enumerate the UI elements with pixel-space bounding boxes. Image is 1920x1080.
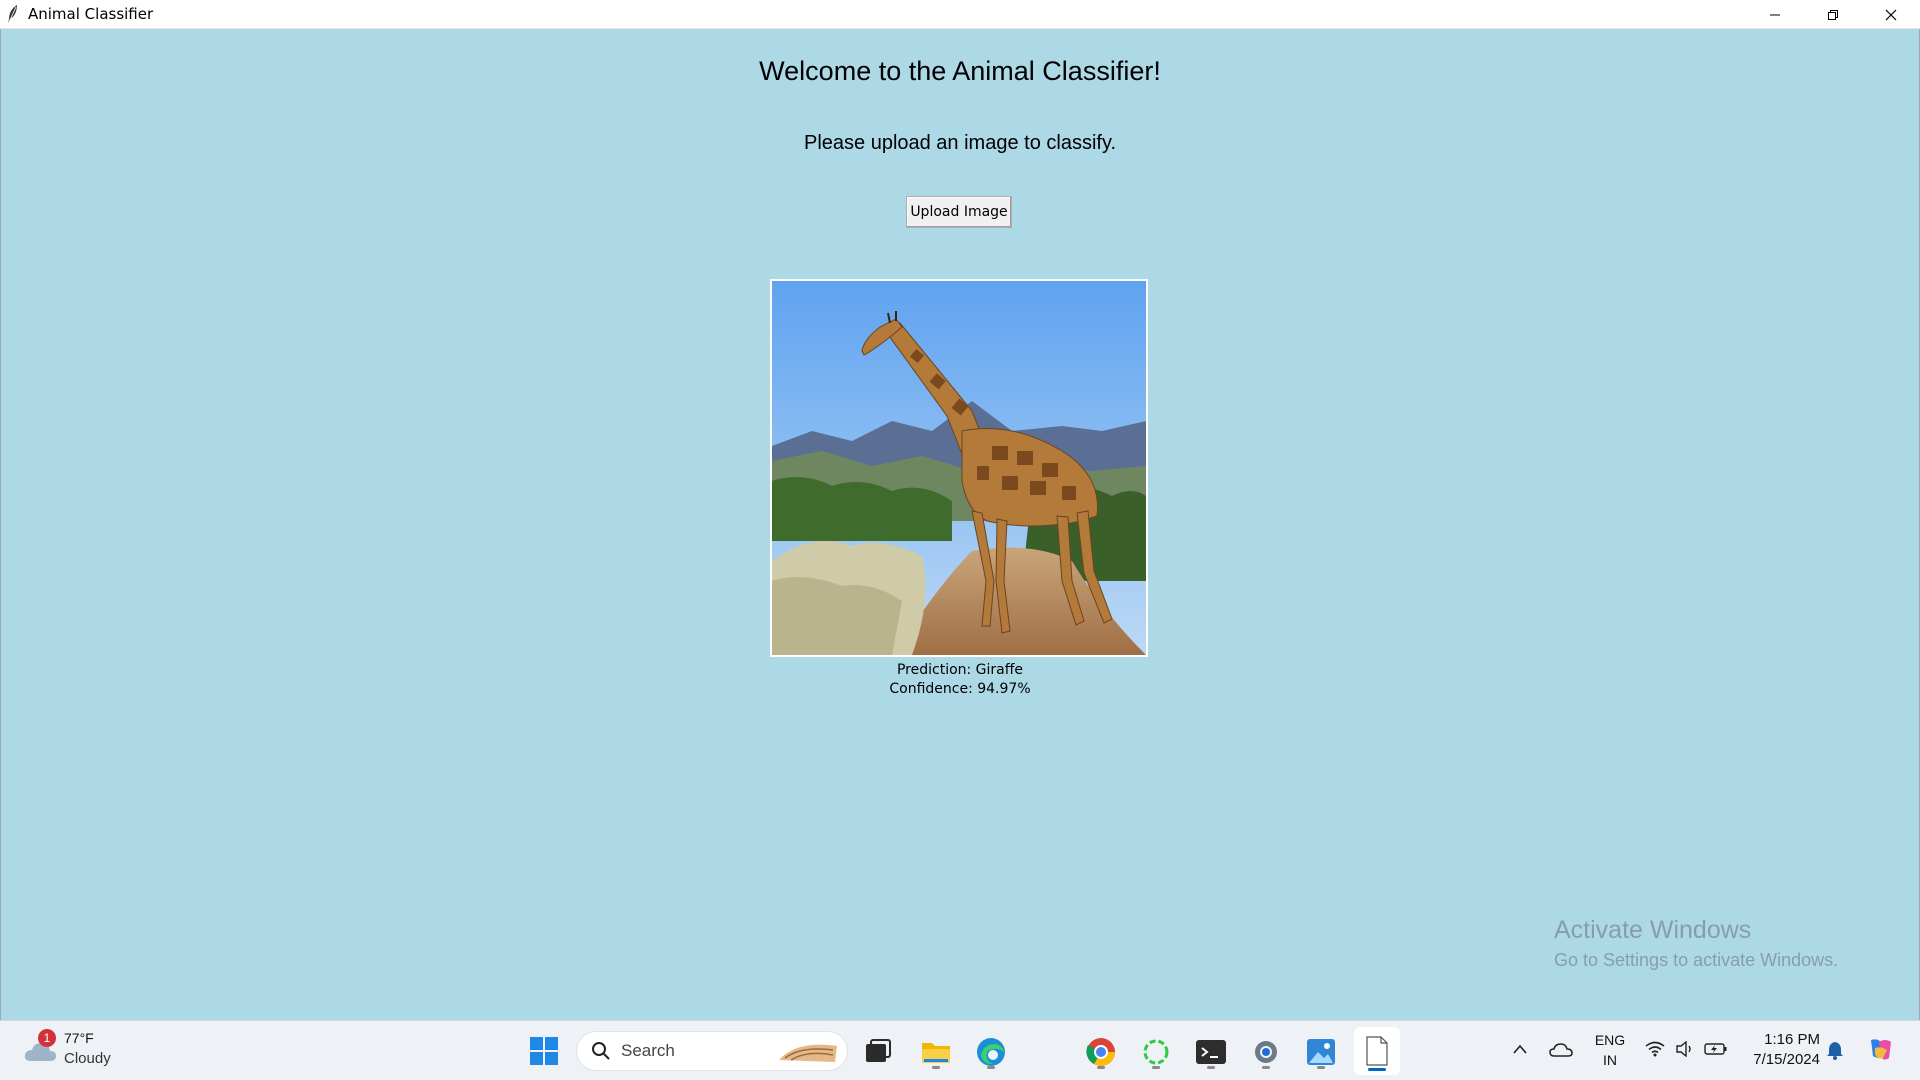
- loading-app-icon: [1143, 1039, 1169, 1065]
- bell-icon: [1827, 1042, 1843, 1060]
- minimize-button[interactable]: [1746, 0, 1804, 29]
- battery-button[interactable]: [1704, 1039, 1728, 1059]
- volume-button[interactable]: [1674, 1039, 1696, 1059]
- chrome-icon: [1086, 1038, 1115, 1066]
- show-hidden-icons-button[interactable]: [1510, 1039, 1530, 1059]
- search-placeholder: Search: [621, 1041, 675, 1060]
- prediction-label: Prediction: Giraffe: [896, 662, 1024, 678]
- weather-temp: 77°F: [64, 1030, 94, 1046]
- file-explorer-icon: [922, 1043, 950, 1063]
- terminal-icon: [1196, 1040, 1226, 1064]
- onedrive-cloud-icon: [1549, 1043, 1573, 1057]
- start-button[interactable]: [524, 1031, 564, 1071]
- feather-icon: [0, 0, 26, 29]
- wifi-icon: [1645, 1041, 1665, 1057]
- clock-time[interactable]: 1:16 PM: [1740, 1031, 1820, 1048]
- upload-instruction: Please upload an image to classify.: [803, 132, 1117, 154]
- clock-date[interactable]: 7/15/2024: [1740, 1051, 1820, 1068]
- notifications-button[interactable]: [1824, 1039, 1846, 1061]
- settings-icon: [1255, 1041, 1277, 1063]
- wifi-button[interactable]: [1644, 1039, 1666, 1059]
- battery-charging-icon: [1704, 1043, 1727, 1055]
- search-icon: [592, 1042, 610, 1060]
- taskbar: 1 77°F Cloudy Search ENG IN 1:16 PM 7/15…: [0, 1020, 1920, 1080]
- task-view-button[interactable]: [858, 1031, 898, 1071]
- restore-icon: [1828, 9, 1838, 20]
- photos-button[interactable]: [1300, 1031, 1342, 1073]
- language-indicator-bottom[interactable]: IN: [1592, 1052, 1628, 1068]
- weather-badge: 1: [38, 1029, 56, 1047]
- title-bar: Animal Classifier: [0, 0, 1920, 29]
- close-button[interactable]: [1862, 0, 1920, 29]
- activate-windows-title: Activate Windows: [1554, 916, 1752, 944]
- confidence-label: Confidence: 94.97%: [889, 681, 1031, 697]
- file-explorer-button[interactable]: [915, 1031, 957, 1073]
- edge-button[interactable]: [970, 1031, 1012, 1073]
- chrome-button[interactable]: [1080, 1031, 1122, 1073]
- search-highlight-icon: [779, 1044, 837, 1062]
- restore-button[interactable]: [1804, 0, 1862, 29]
- notepad-button[interactable]: [1354, 1027, 1400, 1075]
- notepad-icon: [1366, 1036, 1388, 1066]
- taskbar-search[interactable]: Search: [576, 1031, 848, 1071]
- start-icon: [530, 1037, 558, 1065]
- close-icon: [1885, 9, 1897, 20]
- onedrive-button[interactable]: [1548, 1039, 1574, 1061]
- activate-windows-subtitle: Go to Settings to activate Windows.: [1554, 950, 1839, 970]
- upload-image-button[interactable]: Upload Image: [906, 196, 1012, 228]
- weather-condition: Cloudy: [64, 1050, 111, 1067]
- terminal-button[interactable]: [1190, 1031, 1232, 1073]
- copilot-button[interactable]: [1864, 1035, 1896, 1065]
- edge-icon: [977, 1038, 1005, 1066]
- copilot-icon: [1871, 1039, 1891, 1060]
- speaker-icon: [1676, 1041, 1691, 1057]
- language-indicator-top[interactable]: ENG: [1592, 1032, 1628, 1048]
- settings-button[interactable]: [1245, 1031, 1287, 1073]
- welcome-heading: Welcome to the Animal Classifier!: [759, 56, 1161, 86]
- minimize-icon: [1770, 14, 1780, 15]
- task-view-icon: [866, 1039, 891, 1062]
- weather-widget[interactable]: 1: [20, 1029, 60, 1071]
- window-title: Animal Classifier: [28, 5, 154, 23]
- spinner-app-button[interactable]: [1135, 1031, 1177, 1073]
- chevron-up-icon: [1513, 1044, 1527, 1054]
- photos-icon: [1307, 1039, 1335, 1065]
- giraffe-photo: [770, 279, 1148, 657]
